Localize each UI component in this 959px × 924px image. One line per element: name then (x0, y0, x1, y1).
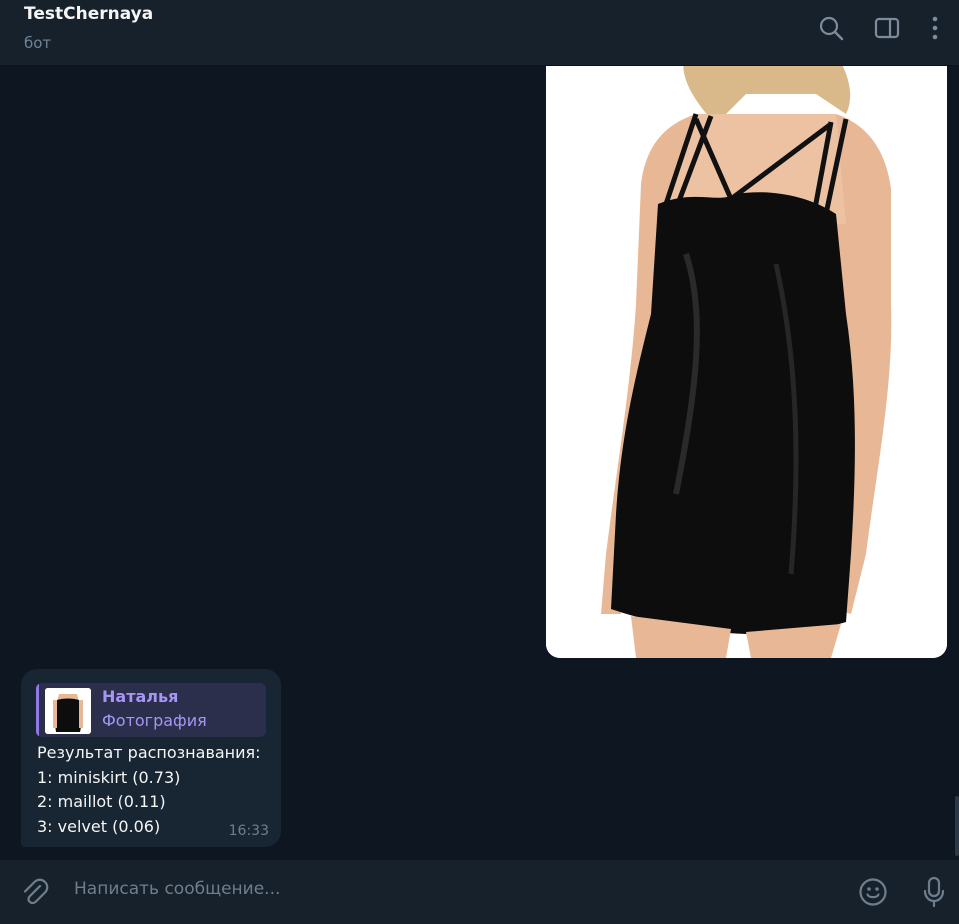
message-time: 16:33 (228, 823, 269, 839)
chat-subtitle: бот (24, 34, 52, 52)
bot-message-bubble[interactable]: Наталья Фотография Результат распознаван… (21, 669, 281, 847)
scrollbar-thumb[interactable] (955, 796, 959, 856)
chat-header: TestChernaya бот (0, 0, 959, 66)
sidebar-toggle-icon[interactable] (873, 14, 901, 42)
message-list[interactable]: Наталья Фотография Результат распознаван… (0, 66, 959, 860)
reply-thumbnail (45, 688, 91, 734)
reply-preview[interactable]: Наталья Фотография (36, 683, 266, 737)
reply-author-name: Наталья (102, 687, 179, 706)
photo-message[interactable] (546, 66, 947, 658)
reply-accent-bar (36, 683, 39, 737)
message-line: Результат распознавания: (37, 743, 261, 762)
message-text: Результат распознавания: 1: miniskirt (0… (37, 741, 261, 839)
telegram-window: TestChernaya бот Наталья Фотография Резу… (0, 0, 959, 924)
message-line: 2: maillot (0.11) (37, 792, 166, 811)
emoji-icon[interactable] (857, 876, 889, 908)
paperclip-icon[interactable] (18, 876, 50, 908)
message-line: 3: velvet (0.06) (37, 816, 161, 836)
message-line: 1: miniskirt (0.73) (37, 767, 181, 787)
search-icon[interactable] (817, 14, 845, 42)
microphone-icon[interactable] (918, 876, 950, 908)
message-composer: Написать сообщение... (0, 860, 959, 924)
more-vertical-icon[interactable] (921, 14, 949, 42)
dress-photo (546, 66, 947, 658)
reply-content-type: Фотография (102, 711, 207, 730)
chat-title[interactable]: TestChernaya (24, 4, 153, 24)
message-input[interactable]: Написать сообщение... (74, 879, 834, 899)
